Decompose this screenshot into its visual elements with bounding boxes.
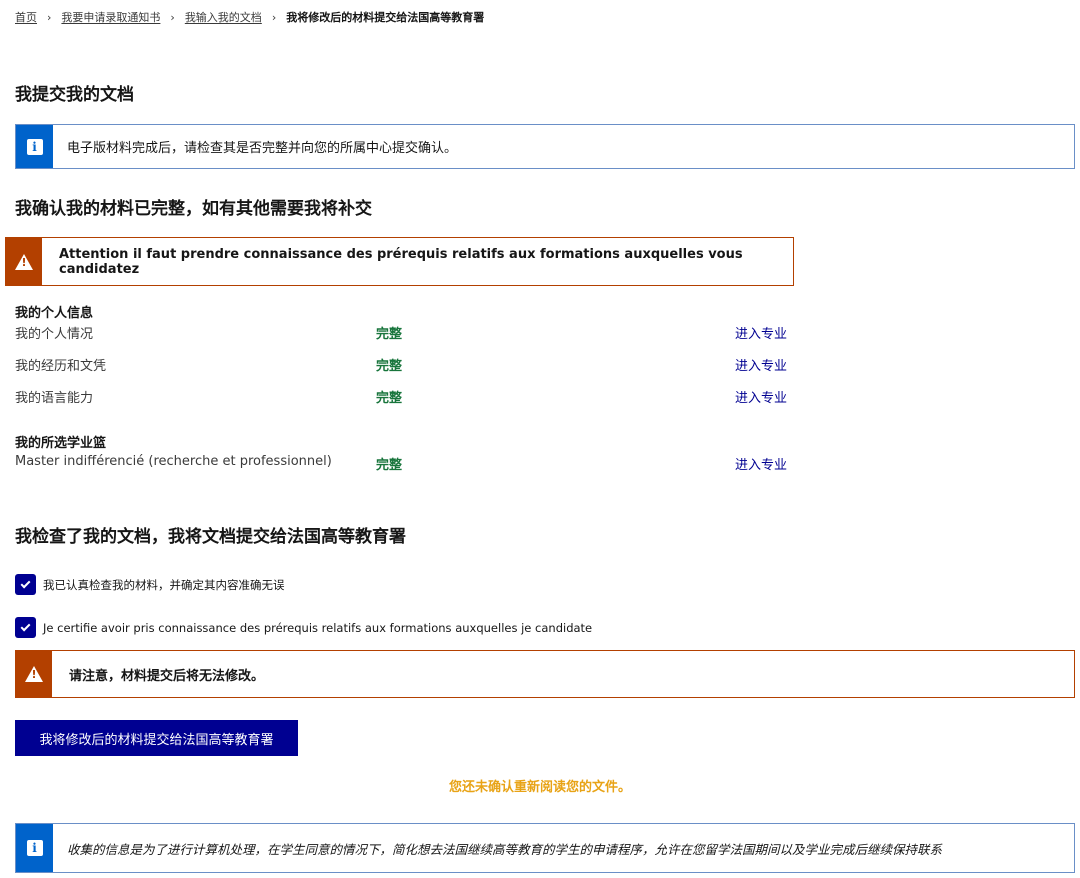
unconfirmed-warning: 您还未确认重新阅读您的文件。 <box>448 780 631 795</box>
personal-info-label: 我的个人信息 <box>15 306 94 321</box>
chevron-right-icon: › <box>170 10 175 24</box>
breadcrumb-enter-documents[interactable]: 我输入我的文档 <box>185 9 262 25</box>
chevron-right-icon: › <box>271 10 277 24</box>
basket-label: 我的所选学业篮 <box>15 436 107 451</box>
confirm-accuracy-checkbox[interactable] <box>15 574 36 595</box>
status-complete: 完整 <box>376 391 403 406</box>
breadcrumb: 首页 › 我要申请录取通知书 › 我输入我的文档 › 我将修改后的材料提交给法国… <box>15 9 484 25</box>
certify-prerequisites-checkbox-row: Je certifie avoir pris connaissance des … <box>15 617 592 638</box>
checkmark-icon <box>20 578 31 589</box>
privacy-notice: i 收集的信息是为了进行计算机处理，在学生同意的情况下，简化想去法国继续高等教育… <box>15 823 1075 873</box>
attention-notice-text: Attention il faut prendre connaissance d… <box>59 246 743 277</box>
privacy-notice-text: 收集的信息是为了进行计算机处理，在学生同意的情况下，简化想去法国继续高等教育的学… <box>67 841 943 857</box>
caution-notice: ! 请注意，材料提交后将无法修改。 <box>15 650 1075 698</box>
status-complete: 完整 <box>376 458 403 473</box>
info-icon: i <box>26 138 43 155</box>
item-name: 我的语言能力 <box>15 391 94 406</box>
enter-link[interactable]: 进入专业 <box>735 323 787 342</box>
info-icon: i <box>26 840 43 856</box>
checkbox-label: Je certifie avoir pris connaissance des … <box>43 620 593 635</box>
info-notice-text: 电子版材料完成后，请检查其是否完整并向您的所属中心提交确认。 <box>67 141 458 156</box>
item-name: 我的个人情况 <box>15 327 94 342</box>
confirm-heading: 我确认我的材料已完整，如有其他需要我将补交 <box>15 199 372 219</box>
warning-icon: ! <box>15 253 33 270</box>
warning-icon: ! <box>25 666 43 682</box>
list-item: 我的经历和文凭 完整 进入专业 <box>15 355 815 375</box>
caution-notice-text: 请注意，材料提交后将无法修改。 <box>69 668 265 684</box>
status-complete: 完整 <box>376 359 403 374</box>
breadcrumb-current: 我将修改后的材料提交给法国高等教育署 <box>286 11 485 24</box>
checkbox-label: 我已认真检查我的材料，并确定其内容准确无误 <box>43 577 285 592</box>
certify-prerequisites-checkbox[interactable] <box>15 617 36 638</box>
list-item: 我的个人情况 完整 进入专业 <box>15 323 815 343</box>
submit-documents-button[interactable]: 我将修改后的材料提交给法国高等教育署 <box>15 720 298 756</box>
info-notice: i 电子版材料完成后，请检查其是否完整并向您的所属中心提交确认。 <box>15 124 1075 169</box>
breadcrumb-home[interactable]: 首页 <box>15 9 37 25</box>
breadcrumb-apply-admission[interactable]: 我要申请录取通知书 <box>61 9 160 25</box>
checked-heading: 我检查了我的文档，我将文档提交给法国高等教育署 <box>15 527 406 547</box>
list-item: Master indifférencié (recherche et profe… <box>15 454 815 474</box>
chevron-right-icon: › <box>47 10 52 24</box>
attention-notice: ! Attention il faut prendre connaissance… <box>5 237 794 286</box>
item-name: 我的经历和文凭 <box>15 359 107 374</box>
page-title: 我提交我的文档 <box>15 85 134 105</box>
checkmark-icon <box>20 621 31 632</box>
status-complete: 完整 <box>376 327 403 342</box>
confirm-accuracy-checkbox-row: 我已认真检查我的材料，并确定其内容准确无误 <box>15 574 285 595</box>
enter-link[interactable]: 进入专业 <box>735 355 787 374</box>
enter-link[interactable]: 进入专业 <box>735 387 787 406</box>
enter-link[interactable]: 进入专业 <box>735 454 787 473</box>
list-item: 我的语言能力 完整 进入专业 <box>15 387 815 407</box>
item-name: Master indifférencié (recherche et profe… <box>15 454 332 469</box>
